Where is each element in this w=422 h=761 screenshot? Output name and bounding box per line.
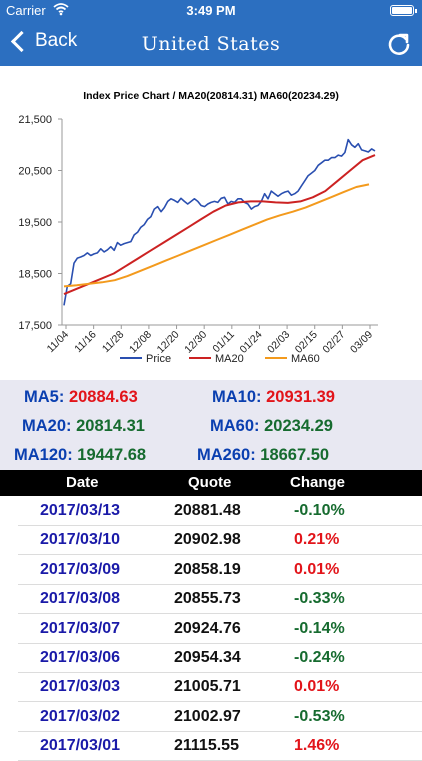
header-date: Date (66, 474, 99, 491)
chart-svg: 21,500 20,500 19,500 18,500 17,50011/04 11/16… (18, 114, 378, 365)
stat-ma20: MA20: 20814.31 (22, 417, 145, 435)
row-quote: 21002.97 (174, 707, 241, 725)
header-change: Change (290, 474, 346, 491)
table-row[interactable]: 2017/03/10 20902.98 0.21% (0, 526, 422, 556)
table-row[interactable]: 2017/03/09 20858.19 0.01% (0, 556, 422, 585)
row-date: 2017/03/03 (40, 678, 121, 696)
legend-label: MA20 (215, 353, 244, 365)
row-date: 2017/03/01 (40, 737, 121, 755)
x-tick-label: 01/11 (210, 329, 237, 356)
table-row[interactable]: 2017/03/06 20954.34 -0.24% (0, 644, 422, 673)
row-change: -0.33% (294, 590, 345, 608)
row-change: 1.46% (294, 737, 340, 755)
x-tick-label: 11/16 (72, 329, 99, 356)
page-title: United States (141, 33, 281, 55)
price-chart: Index Price Chart / MA20(20814.31) MA60(… (0, 66, 422, 380)
moving-average-stats: MA5: 20884.63 MA10: 20931.39 MA20: 20814… (0, 380, 422, 470)
table-row[interactable]: 2017/03/03 21005.71 0.01% (0, 673, 422, 703)
row-quote: 20902.98 (174, 531, 241, 549)
table-row[interactable]: 2017/03/02 21002.97 -0.53% (0, 703, 422, 732)
y-tick-label: 19,500 (18, 217, 52, 229)
table-row[interactable]: 2017/03/08 20855.73 -0.33% (0, 585, 422, 615)
table-row[interactable]: 2017/03/01 21115.55 1.46% (0, 732, 422, 761)
row-quote: 21115.55 (174, 737, 239, 755)
x-tick-label: 01/24 (238, 329, 265, 356)
stat-ma260: MA260: 18667.50 (197, 446, 330, 464)
x-tick-label: 12/20 (155, 329, 182, 356)
y-tick-label: 17,500 (18, 320, 52, 332)
x-tick-label: 02/03 (265, 329, 292, 356)
x-tick-label: 03/09 (348, 329, 375, 356)
battery-icon (390, 5, 417, 16)
row-date: 2017/03/10 (40, 531, 121, 549)
row-quote: 20881.48 (174, 502, 241, 519)
row-change: 0.01% (294, 560, 340, 578)
table-header: Date Quote Change (0, 470, 422, 496)
row-date: 2017/03/08 (40, 590, 121, 608)
x-tick-label: 11/04 (45, 329, 72, 356)
row-change: -0.24% (294, 649, 345, 666)
row-change: 0.01% (294, 678, 340, 696)
row-change: -0.10% (294, 502, 345, 519)
row-change: -0.53% (294, 707, 345, 725)
header-quote: Quote (188, 474, 232, 491)
table-row[interactable]: 2017/03/07 20924.76 -0.14% (0, 615, 422, 644)
row-quote: 20924.76 (174, 619, 241, 637)
stat-ma60: MA60: 20234.29 (210, 417, 333, 435)
row-date: 2017/03/09 (40, 560, 121, 578)
row-quote: 20858.19 (174, 560, 241, 578)
y-tick-label: 18,500 (18, 269, 52, 281)
y-tick-label: 20,500 (18, 166, 52, 178)
legend-label: Price (146, 353, 171, 365)
y-tick-label: 21,500 (18, 114, 52, 126)
row-quote: 21005.71 (174, 678, 241, 696)
status-bar: Carrier 3:49 PM (0, 0, 422, 22)
stat-ma10: MA10: 20931.39 (212, 388, 335, 406)
table-row[interactable]: 2017/03/13 20881.48 -0.10% (0, 497, 422, 526)
x-tick-label: 02/15 (293, 329, 320, 356)
stat-ma5: MA5: 20884.63 (24, 388, 138, 406)
refresh-icon[interactable] (386, 31, 412, 57)
series-line-ma20 (63, 154, 376, 296)
stat-ma120: MA120: 19447.68 (14, 446, 147, 464)
series-line-ma60 (63, 183, 370, 288)
clock: 3:49 PM (186, 3, 236, 18)
x-tick-label: 12/30 (182, 329, 209, 356)
x-tick-label: 11/28 (100, 329, 127, 356)
x-tick-label: 02/27 (320, 329, 347, 356)
row-quote: 20855.73 (174, 590, 241, 608)
row-change: -0.14% (294, 619, 345, 637)
row-quote: 20954.34 (174, 649, 241, 666)
row-date: 2017/03/07 (40, 619, 121, 637)
x-tick-label: 12/08 (127, 329, 154, 356)
row-date: 2017/03/02 (40, 707, 121, 725)
row-date: 2017/03/06 (40, 649, 121, 666)
row-date: 2017/03/13 (40, 502, 121, 519)
legend-label: MA60 (291, 353, 320, 365)
navigation-bar: Back United States (0, 22, 422, 66)
chart-title: Index Price Chart / MA20(20814.31) MA60(… (83, 90, 339, 102)
row-change: 0.21% (294, 531, 340, 549)
